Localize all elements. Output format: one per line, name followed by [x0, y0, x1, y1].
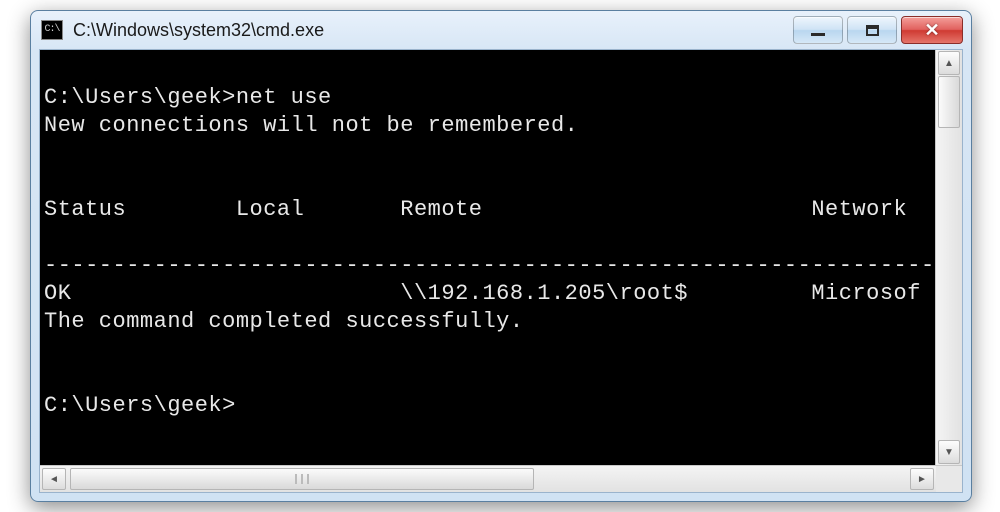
console-output[interactable]: C:\Users\geek>net use New connections wi…	[40, 50, 935, 465]
minimize-button[interactable]	[793, 16, 843, 44]
horizontal-scroll-thumb[interactable]	[70, 468, 534, 490]
window-controls: ✕	[793, 16, 963, 44]
cmd-icon: C:\	[41, 20, 63, 40]
scroll-up-button[interactable]: ▲	[938, 51, 960, 75]
horizontal-scrollbar[interactable]: ◄ ►	[40, 465, 962, 492]
cmd-window: C:\ C:\Windows\system32\cmd.exe ✕ C:\Use…	[30, 10, 972, 502]
chevron-right-icon: ►	[917, 474, 927, 485]
titlebar[interactable]: C:\ C:\Windows\system32\cmd.exe ✕	[31, 11, 971, 49]
window-title: C:\Windows\system32\cmd.exe	[73, 20, 324, 41]
maximize-button[interactable]	[847, 16, 897, 44]
chevron-up-icon: ▲	[944, 58, 954, 69]
scroll-right-button[interactable]: ►	[910, 468, 934, 490]
close-icon: ✕	[924, 20, 939, 41]
vertical-scroll-thumb[interactable]	[938, 76, 960, 128]
client-area: C:\Users\geek>net use New connections wi…	[39, 49, 963, 493]
maximize-icon	[866, 25, 879, 36]
vertical-scrollbar[interactable]: ▲ ▼	[935, 50, 962, 465]
scroll-down-button[interactable]: ▼	[938, 440, 960, 464]
cmd-icon-text: C:\	[44, 25, 59, 35]
console-wrap: C:\Users\geek>net use New connections wi…	[40, 50, 962, 465]
chevron-left-icon: ◄	[49, 474, 59, 485]
horizontal-scroll-track[interactable]	[68, 468, 908, 490]
scrollbar-corner	[936, 466, 962, 492]
close-button[interactable]: ✕	[901, 16, 963, 44]
minimize-icon	[811, 33, 825, 36]
scroll-left-button[interactable]: ◄	[42, 468, 66, 490]
chevron-down-icon: ▼	[944, 447, 954, 458]
